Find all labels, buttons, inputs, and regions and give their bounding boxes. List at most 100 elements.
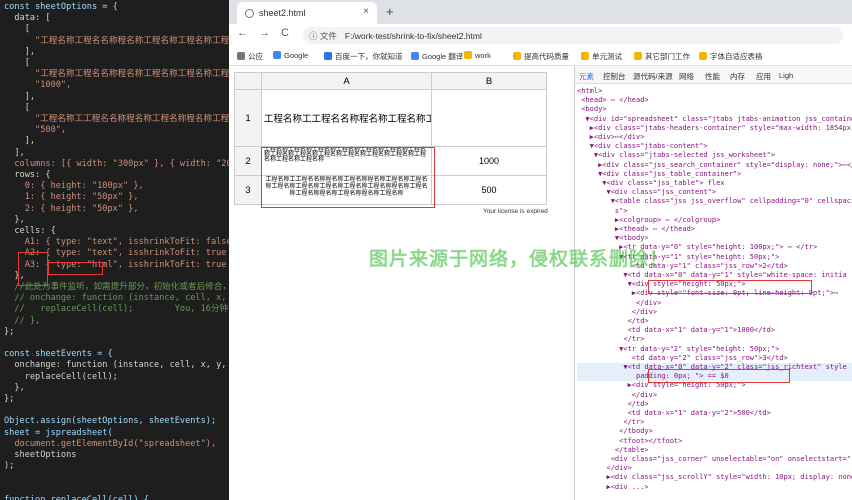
dom-node[interactable]: </div>	[577, 299, 852, 308]
cell-b2[interactable]: 1000	[432, 147, 547, 176]
bookmark-item[interactable]: 公应	[237, 51, 263, 62]
corner-cell[interactable]	[234, 72, 262, 90]
dom-node[interactable]: ▼<table class="jss jss_overflow" cellpad…	[577, 197, 852, 206]
dom-node[interactable]: </td>	[577, 400, 852, 409]
col-header-b[interactable]: B	[432, 72, 547, 90]
dom-node[interactable]: <td data-y="2" class="jss_row">3</td>	[577, 354, 852, 363]
dom-node[interactable]: </tr>	[577, 335, 852, 344]
code-line: const sheetOptions = {	[4, 2, 118, 12]
back-button[interactable]: ←	[237, 27, 248, 39]
devtools-tab[interactable]: 性能	[705, 71, 720, 82]
dom-node[interactable]: ▼<div class="jss_content">	[577, 188, 852, 197]
bookmark-label: 字体自适应表格	[710, 52, 763, 61]
dom-node[interactable]: ▼<td data-x="0" data-y="1" style="white-…	[577, 271, 852, 280]
bookmark-label: 提高代码质量	[524, 52, 569, 61]
dom-node[interactable]: <html>	[577, 87, 852, 96]
dom-node[interactable]: </tr>	[577, 418, 852, 427]
code-line: function replaceCell(cell) {	[4, 494, 149, 500]
dom-node[interactable]: </table>	[577, 446, 852, 455]
page-icon	[245, 8, 254, 18]
bookmark-item[interactable]: 其它部门工作	[634, 51, 690, 62]
dom-node[interactable]: ▼<div class="jss_table_container">	[577, 170, 852, 179]
code-line: ],	[4, 147, 25, 158]
code-line: ],	[4, 46, 36, 57]
browser-tab[interactable]: sheet2.html ×	[237, 2, 377, 24]
bookmark-label: Google 翻译	[422, 52, 464, 61]
dom-node[interactable]: ▼<div class="jtabs-content">	[577, 142, 852, 151]
dom-node[interactable]: </td>	[577, 317, 852, 326]
dom-node[interactable]: s">	[577, 207, 852, 216]
dom-node[interactable]: <tfoot></tfoot>	[577, 437, 852, 446]
bookmark-item[interactable]: 字体自适应表格	[699, 51, 763, 62]
devtools-tab[interactable]: 源代码/来源	[633, 71, 673, 82]
devtools-tab[interactable]: 控制台	[603, 71, 626, 82]
bookmark-item[interactable]: 单元测试	[581, 51, 622, 62]
code-line: "工程名称工程名名称程名称工程名称工程名称工程名	[4, 69, 229, 80]
dom-node[interactable]: ▼<tr data-y="2" style="height: 50px;">	[577, 345, 852, 354]
dom-node[interactable]: <td data-x="1" data-y="1">1000</td>	[577, 326, 852, 335]
dom-node[interactable]: ▶<div class="jss_scrollY" style="width: …	[577, 473, 852, 482]
code-editor[interactable]: const sheetOptions = { data: [ [ "工程名称工程…	[0, 0, 229, 500]
close-tab-icon[interactable]: ×	[363, 6, 369, 17]
reload-button[interactable]: C	[281, 27, 289, 39]
dom-node[interactable]: ▼<div class="jss_table"> flex	[577, 179, 852, 188]
row-header-2[interactable]: 2	[234, 147, 262, 176]
col-header-a[interactable]: A	[262, 72, 432, 90]
dom-node[interactable]: ▼<div id="spreadsheet" class="jtabs jtab…	[577, 115, 852, 124]
dom-node[interactable]: ▼<tbody>	[577, 234, 852, 243]
forward-button[interactable]: →	[259, 27, 270, 39]
cell-b1[interactable]	[432, 90, 547, 147]
bookmark-icon	[699, 52, 707, 60]
dom-node[interactable]: ▶<div class="jss_search_container" style…	[577, 161, 852, 170]
devtools-panel: 元素 控制台 源代码/来源 网络 性能 内存 应用 Ligh <html> <head> ⋯ …	[574, 66, 852, 500]
cell-a1[interactable]: 工程名称工工程名名称程名称工程名称工程	[262, 90, 432, 147]
dom-node[interactable]: ▶<thead> ⋯ </thead>	[577, 225, 852, 234]
dom-node[interactable]: </div>	[577, 308, 852, 317]
dom-node[interactable]: ▼<div class="jtabs-selected jss_workshee…	[577, 151, 852, 160]
dom-node[interactable]: ▶<div>⋯</div>	[577, 133, 852, 142]
bookmark-item[interactable]: Google 翻译	[411, 51, 463, 62]
bookmark-icon	[464, 51, 472, 59]
code-line: // replaceCell(cell); You, 16分钟前 • Uncom	[14, 304, 229, 315]
code-line: // },	[4, 315, 41, 326]
dom-node[interactable]: </tbody>	[577, 427, 852, 436]
devtools-tab[interactable]: 应用	[756, 71, 771, 82]
devtools-tab[interactable]: 网络	[679, 71, 694, 82]
dom-node[interactable]: ▶<div class="jtabs-headers-container" st…	[577, 124, 852, 133]
dom-node[interactable]: <div class="jss_corner" unselectable="on…	[577, 455, 852, 464]
highlight-box	[648, 280, 812, 294]
code-line: },	[4, 382, 25, 393]
dom-node[interactable]: <head> ⋯ </head>	[577, 96, 852, 105]
url-bar[interactable]: ⓘ 文件 F:/work-test/shrink-to-fix/sheet2.h…	[303, 27, 843, 44]
devtools-tab[interactable]: Ligh	[779, 71, 793, 80]
license-notice: Your license is expired	[483, 208, 548, 215]
bookmark-label: 公应	[248, 52, 263, 61]
bookmark-icon	[237, 52, 245, 60]
code-line: data: [	[4, 13, 51, 24]
file-info-label[interactable]: ⓘ 文件	[309, 30, 337, 42]
code-line: sheet = jspreadsheet(	[4, 427, 113, 438]
cell-b3[interactable]: 500	[432, 176, 547, 205]
dom-node[interactable]: </div>	[577, 464, 852, 473]
dom-node[interactable]: <body>	[577, 105, 852, 114]
dom-node[interactable]: ▶<div ...>	[577, 483, 852, 492]
dom-node[interactable]: ▶<colgroup> ⋯ </colgroup>	[577, 216, 852, 225]
bookmark-item[interactable]: 提高代码质量	[513, 51, 569, 62]
new-tab-button[interactable]: +	[386, 4, 394, 19]
bookmark-label: work	[475, 51, 491, 60]
code-line: columns: [{ width: "300px" }, { width: "…	[14, 158, 229, 169]
row-header-1[interactable]: 1	[234, 90, 262, 147]
code-line: const sheetEvents = {	[4, 349, 113, 360]
devtools-tab[interactable]: 元素	[579, 71, 594, 82]
devtools-tab[interactable]: 内存	[730, 71, 745, 82]
code-line: rows: {	[4, 170, 51, 180]
bookmark-item[interactable]: Google	[273, 51, 308, 60]
code-line: ],	[4, 136, 36, 147]
bookmark-icon	[513, 52, 521, 60]
dom-node[interactable]: <td data-x="1" data-y="2">500</td>	[577, 409, 852, 418]
bookmark-item[interactable]: work	[464, 51, 491, 60]
bookmark-item[interactable]: 百度一下，你就知道	[324, 51, 403, 62]
dom-node[interactable]: </div>	[577, 391, 852, 400]
row-header-3[interactable]: 3	[234, 176, 262, 205]
bookmarks-bar: 公应 Google 百度一下，你就知道 Google 翻译 work 提高代码质量 单元测试…	[229, 46, 852, 66]
